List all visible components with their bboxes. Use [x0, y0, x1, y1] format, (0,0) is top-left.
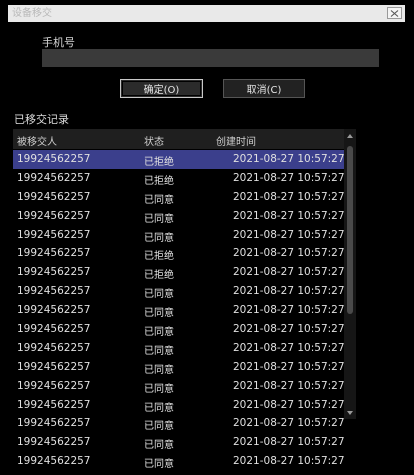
- cell-status: 已拒绝: [144, 157, 174, 168]
- cell-created: 2021-08-27 10:57:27: [233, 436, 345, 449]
- cell-status: 已同意: [144, 383, 174, 395]
- cell-status: 已同意: [144, 232, 174, 244]
- table-row[interactable]: 19924562257已同意2021-08-27 10:57:27: [13, 471, 356, 475]
- cell-person: 19924562257: [17, 455, 91, 468]
- cell-person: 19924562257: [17, 285, 91, 298]
- title-bar[interactable]: 设备移交: [8, 5, 405, 22]
- cell-created: 2021-08-27 10:57:27: [233, 171, 345, 184]
- table-row[interactable]: 19924562257 已同意 2021-08-27 10:57:27: [13, 414, 356, 433]
- column-header-created[interactable]: 创建时间: [216, 133, 256, 148]
- cell-status: 已同意: [144, 289, 174, 301]
- cell-created: 2021-08-27 10:57:27: [233, 285, 345, 298]
- table-row[interactable]: 19924562257 已同意 2021-08-27 10:57:27: [13, 433, 356, 452]
- cell-person: 19924562257: [17, 436, 91, 449]
- cell-person: 19924562257: [17, 379, 91, 392]
- cell-person: 19924562257: [17, 171, 91, 184]
- table-row[interactable]: 19924562257 已同意 2021-08-27 10:57:27: [13, 452, 356, 471]
- cell-status: 已同意: [144, 364, 174, 376]
- column-header-person[interactable]: 被移交人: [17, 133, 57, 148]
- cell-status: 已同意: [144, 440, 174, 452]
- cell-created: 2021-08-27 10:57:27: [233, 266, 345, 279]
- transfer-records-table: 被移交人 状态 创建时间 19924562257 已拒绝 2021-08-27 10…: [13, 129, 356, 475]
- cell-created: 2021-08-27 10:57:27: [233, 379, 345, 392]
- table-row[interactable]: 19924562257 已同意 2021-08-27 10:57:27: [13, 320, 356, 339]
- table-row[interactable]: 19924562257 已同意 2021-08-27 10:57:27: [13, 282, 356, 301]
- cell-person: 19924562257: [17, 247, 91, 260]
- table-row[interactable]: 19924562257 已同意 2021-08-27 10:57:27: [13, 358, 356, 377]
- triangle-down-icon: [347, 411, 353, 415]
- cell-person: 19924562257: [17, 190, 91, 203]
- table-header: 被移交人 状态 创建时间: [13, 129, 344, 149]
- table-row[interactable]: 19924562257 已同意 2021-08-27 10:57:27: [13, 396, 356, 415]
- confirm-button-label: 确定(O): [143, 85, 180, 96]
- cell-person: 19924562257: [17, 323, 91, 336]
- scroll-up-button[interactable]: [344, 130, 356, 142]
- table-row[interactable]: 19924562257 已同意 2021-08-27 10:57:27: [13, 188, 356, 207]
- cell-created: 2021-08-27 10:57:27: [233, 398, 345, 411]
- cancel-button[interactable]: 取消(C): [223, 79, 305, 98]
- table-row[interactable]: 19924562257 已同意 2021-08-27 10:57:27: [13, 377, 356, 396]
- vertical-scrollbar[interactable]: [344, 129, 356, 419]
- table-body: 19924562257 已拒绝 2021-08-27 10:57:27 1992456…: [13, 150, 356, 475]
- window-title: 设备移交: [12, 8, 52, 19]
- cell-created: 2021-08-27 10:57:27: [233, 153, 345, 165]
- cell-created: 2021-08-27 10:57:27: [233, 304, 345, 317]
- cell-person: 19924562257: [17, 266, 91, 279]
- cell-status: 已拒绝: [144, 270, 174, 282]
- cell-created: 2021-08-27 10:57:27: [233, 247, 345, 260]
- cell-status: 已拒绝: [144, 251, 174, 263]
- cell-status: 已拒绝: [144, 175, 174, 187]
- cell-person: 19924562257: [17, 304, 91, 317]
- cell-status: 已同意: [144, 402, 174, 414]
- table-row[interactable]: 19924562257 已拒绝 2021-08-27 10:57:27: [13, 150, 356, 169]
- cell-person: 19924562257: [17, 341, 91, 354]
- table-row[interactable]: 19924562257 已拒绝 2021-08-27 10:57:27: [13, 169, 356, 188]
- cell-status: 已同意: [144, 345, 174, 357]
- cell-created: 2021-08-27 10:57:27: [233, 417, 345, 430]
- cell-created: 2021-08-27 10:57:27: [233, 209, 345, 222]
- table-row[interactable]: 19924562257 已拒绝 2021-08-27 10:57:27: [13, 263, 356, 282]
- table-row[interactable]: 19924562257 已同意 2021-08-27 10:57:27: [13, 207, 356, 226]
- cell-created: 2021-08-27 10:57:27: [233, 341, 345, 354]
- cell-status: 已同意: [144, 459, 174, 471]
- column-header-status[interactable]: 状态: [144, 133, 164, 148]
- cell-created: 2021-08-27 10:57:27: [233, 360, 345, 373]
- cell-created: 2021-08-27 10:57:27: [233, 323, 345, 336]
- cell-person: 19924562257: [17, 228, 91, 241]
- close-button[interactable]: [387, 7, 402, 19]
- table-row[interactable]: 19924562257 已同意 2021-08-27 10:57:27: [13, 339, 356, 358]
- scroll-down-button[interactable]: [344, 407, 356, 419]
- cancel-button-label: 取消(C): [246, 85, 282, 96]
- cell-person: 19924562257: [17, 360, 91, 373]
- cell-person: 19924562257: [17, 209, 91, 222]
- cell-status: 已同意: [144, 213, 174, 225]
- cell-person: 19924562257: [17, 153, 91, 165]
- table-row[interactable]: 19924562257 已拒绝 2021-08-27 10:57:27: [13, 244, 356, 263]
- phone-input[interactable]: [42, 49, 379, 67]
- cell-status: 已同意: [144, 308, 174, 320]
- cell-status: 已同意: [144, 194, 174, 206]
- cell-status: 已同意: [144, 421, 174, 433]
- table-row[interactable]: 19924562257 已同意 2021-08-27 10:57:27: [13, 301, 356, 320]
- confirm-button[interactable]: 确定(O): [120, 79, 203, 98]
- cell-person: 19924562257: [17, 398, 91, 411]
- triangle-up-icon: [347, 134, 353, 138]
- cell-created: 2021-08-27 10:57:27: [233, 190, 345, 203]
- cell-status: 已同意: [144, 327, 174, 339]
- scroll-thumb[interactable]: [347, 146, 353, 314]
- table-row[interactable]: 19924562257 已同意 2021-08-27 10:57:27: [13, 226, 356, 245]
- close-icon: [390, 9, 399, 17]
- cell-created: 2021-08-27 10:57:27: [233, 228, 345, 241]
- phone-label: 手机号: [42, 36, 75, 49]
- cell-created: 2021-08-27 10:57:27: [233, 455, 345, 468]
- records-section-label: 已移交记录: [14, 113, 69, 126]
- transfer-dialog: 设备移交 手机号 确定(O) 取消(C) 已移交记录 被移交人 状态 创建时间 …: [0, 0, 414, 475]
- cell-person: 19924562257: [17, 417, 91, 430]
